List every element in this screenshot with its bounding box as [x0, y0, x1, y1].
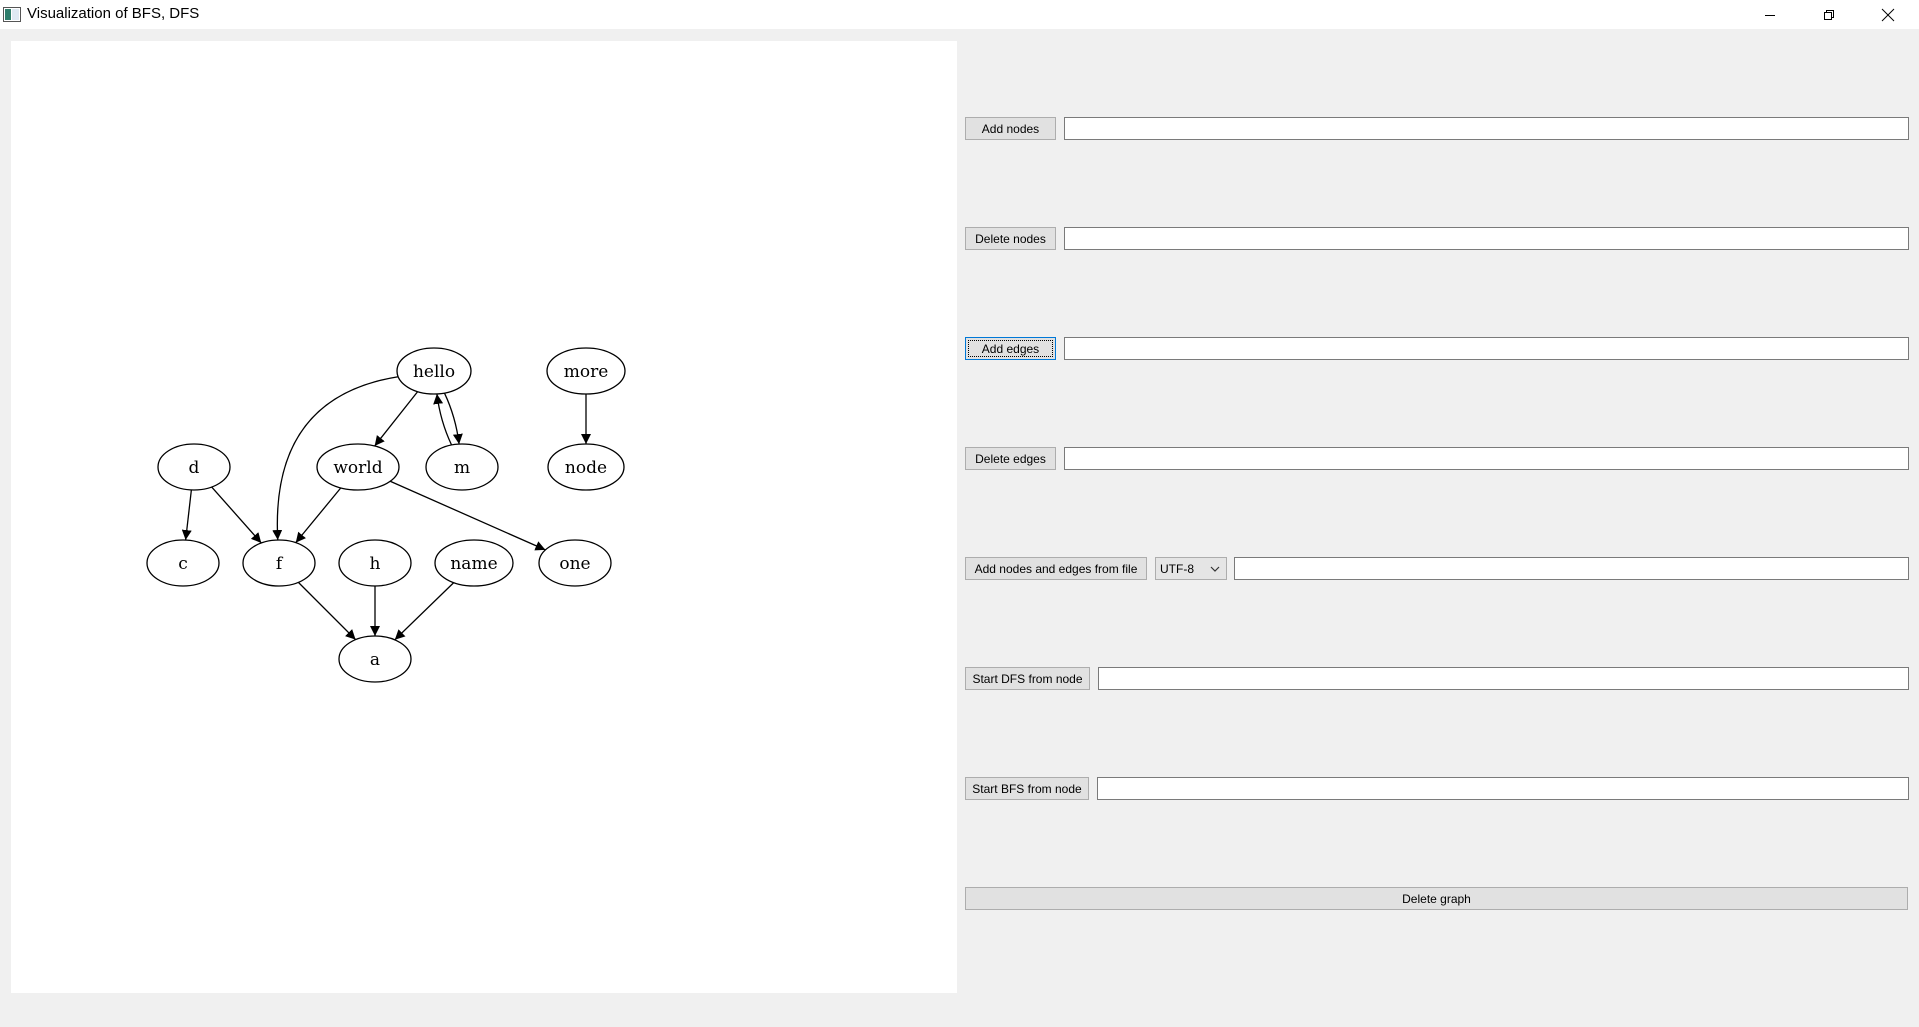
bfs-start-node-input[interactable]: [1097, 777, 1909, 800]
add-edges-button[interactable]: Add edges: [965, 337, 1056, 360]
graph-node-one: one: [538, 539, 612, 587]
graph-node-h: h: [338, 539, 412, 587]
node-label: more: [564, 362, 609, 382]
delete-edges-input[interactable]: [1064, 447, 1909, 470]
graph-node-m: m: [425, 443, 499, 491]
close-icon: [1881, 8, 1895, 21]
edge-world-to-f: [295, 487, 342, 544]
encoding-value: UTF-8: [1160, 561, 1194, 576]
encoding-select[interactable]: UTF-8: [1155, 557, 1227, 580]
title-bar: Visualization of BFS, DFS: [0, 0, 1919, 29]
add-edges-input[interactable]: [1064, 337, 1909, 360]
graph-canvas: hello more d world m node c f h name one a: [11, 41, 957, 993]
restore-button[interactable]: [1800, 0, 1858, 29]
start-dfs-button[interactable]: Start DFS from node: [965, 667, 1090, 690]
edge-d-to-f: [211, 486, 262, 544]
graph-node-world: world: [316, 443, 400, 491]
delete-graph-button[interactable]: Delete graph: [965, 887, 1908, 910]
graph-node-name: name: [434, 539, 514, 587]
delete-nodes-input[interactable]: [1064, 227, 1909, 250]
graph-node-node: node: [547, 443, 625, 491]
node-label: c: [178, 554, 188, 574]
node-label: world: [333, 458, 382, 478]
node-label: name: [450, 554, 497, 574]
edge-d-to-c: [181, 489, 193, 541]
start-bfs-button[interactable]: Start BFS from node: [965, 777, 1089, 800]
add-nodes-button[interactable]: Add nodes: [965, 117, 1056, 140]
restore-icon: [1824, 9, 1834, 20]
node-label: h: [370, 554, 381, 574]
node-label: a: [370, 650, 380, 670]
file-path-input[interactable]: [1234, 557, 1909, 580]
add-nodes-input[interactable]: [1064, 117, 1909, 140]
edge-hello-to-world: [374, 391, 419, 447]
node-label: d: [189, 458, 200, 478]
window-title: Visualization of BFS, DFS: [27, 5, 200, 22]
graph-view: hello more d world m node c f h name one a: [146, 347, 626, 683]
graph-node-c: c: [146, 539, 220, 587]
graph-node-more: more: [546, 347, 626, 395]
edge-f-to-a: [297, 581, 357, 641]
delete-nodes-button[interactable]: Delete nodes: [965, 227, 1056, 250]
close-button[interactable]: [1859, 0, 1917, 29]
node-label: m: [454, 458, 470, 478]
app-icon: [3, 7, 21, 22]
add-from-file-button[interactable]: Add nodes and edges from file: [965, 557, 1147, 580]
node-label: hello: [413, 362, 455, 382]
delete-edges-button[interactable]: Delete edges: [965, 447, 1056, 470]
chevron-down-icon: [1210, 566, 1220, 572]
dfs-start-node-input[interactable]: [1098, 667, 1909, 690]
minimize-button[interactable]: [1741, 0, 1799, 29]
node-label: node: [565, 458, 607, 478]
edge-world-to-one: [389, 480, 546, 551]
graph-node-hello: hello: [396, 347, 472, 395]
minimize-icon: [1765, 14, 1775, 16]
edge-m-to-hello: [433, 393, 453, 446]
graph-node-a: a: [338, 635, 412, 683]
edge-hello-to-m: [443, 392, 463, 445]
graph-node-d: d: [157, 443, 231, 491]
edge-name-to-a: [394, 582, 455, 641]
graph-node-f: f: [242, 539, 316, 587]
node-label: one: [559, 554, 590, 574]
